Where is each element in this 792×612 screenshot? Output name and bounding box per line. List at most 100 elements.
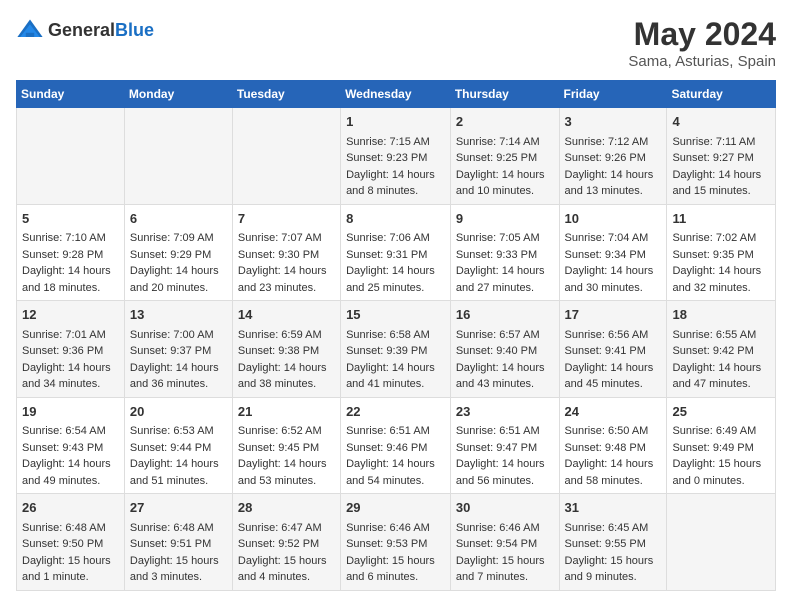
calendar-cell: 18Sunrise: 6:55 AMSunset: 9:42 PMDayligh… bbox=[667, 301, 776, 398]
day-info: and 36 minutes. bbox=[130, 376, 227, 393]
day-info: Sunrise: 6:52 AM bbox=[238, 423, 335, 440]
calendar-cell: 26Sunrise: 6:48 AMSunset: 9:50 PMDayligh… bbox=[17, 494, 125, 591]
calendar-cell: 28Sunrise: 6:47 AMSunset: 9:52 PMDayligh… bbox=[232, 494, 340, 591]
day-info: Sunrise: 6:46 AM bbox=[456, 520, 554, 537]
day-info: Sunset: 9:53 PM bbox=[346, 536, 445, 553]
day-info: Sunrise: 7:06 AM bbox=[346, 230, 445, 247]
day-info: Sunset: 9:25 PM bbox=[456, 150, 554, 167]
day-info: and 13 minutes. bbox=[565, 183, 662, 200]
weekday-header-friday: Friday bbox=[559, 81, 667, 108]
day-info: Sunrise: 6:50 AM bbox=[565, 423, 662, 440]
day-info: Daylight: 15 hours bbox=[346, 553, 445, 570]
day-info: Daylight: 14 hours bbox=[672, 263, 770, 280]
day-info: Sunset: 9:29 PM bbox=[130, 247, 227, 264]
day-info: Sunrise: 6:48 AM bbox=[130, 520, 227, 537]
weekday-header-wednesday: Wednesday bbox=[341, 81, 451, 108]
day-number: 18 bbox=[672, 305, 770, 325]
day-info: Sunrise: 7:02 AM bbox=[672, 230, 770, 247]
day-info: Sunset: 9:54 PM bbox=[456, 536, 554, 553]
day-info: Sunrise: 6:58 AM bbox=[346, 327, 445, 344]
day-info: Sunset: 9:39 PM bbox=[346, 343, 445, 360]
calendar-cell: 16Sunrise: 6:57 AMSunset: 9:40 PMDayligh… bbox=[450, 301, 559, 398]
day-info: Daylight: 15 hours bbox=[238, 553, 335, 570]
day-info: Sunrise: 6:51 AM bbox=[456, 423, 554, 440]
day-info: and 9 minutes. bbox=[565, 569, 662, 586]
day-info: Sunset: 9:33 PM bbox=[456, 247, 554, 264]
calendar-cell: 29Sunrise: 6:46 AMSunset: 9:53 PMDayligh… bbox=[341, 494, 451, 591]
day-number: 6 bbox=[130, 209, 227, 229]
day-info: Sunset: 9:26 PM bbox=[565, 150, 662, 167]
day-info: and 34 minutes. bbox=[22, 376, 119, 393]
day-info: Sunset: 9:47 PM bbox=[456, 440, 554, 457]
day-number: 8 bbox=[346, 209, 445, 229]
day-info: and 15 minutes. bbox=[672, 183, 770, 200]
day-info: Sunrise: 6:56 AM bbox=[565, 327, 662, 344]
calendar-cell: 3Sunrise: 7:12 AMSunset: 9:26 PMDaylight… bbox=[559, 108, 667, 205]
day-info: and 43 minutes. bbox=[456, 376, 554, 393]
day-info: Sunrise: 6:47 AM bbox=[238, 520, 335, 537]
calendar-cell: 25Sunrise: 6:49 AMSunset: 9:49 PMDayligh… bbox=[667, 397, 776, 494]
week-row-1: 1Sunrise: 7:15 AMSunset: 9:23 PMDaylight… bbox=[17, 108, 776, 205]
day-number: 23 bbox=[456, 402, 554, 422]
day-info: Sunset: 9:36 PM bbox=[22, 343, 119, 360]
calendar-cell: 23Sunrise: 6:51 AMSunset: 9:47 PMDayligh… bbox=[450, 397, 559, 494]
weekday-header-thursday: Thursday bbox=[450, 81, 559, 108]
day-number: 12 bbox=[22, 305, 119, 325]
calendar-cell: 14Sunrise: 6:59 AMSunset: 9:38 PMDayligh… bbox=[232, 301, 340, 398]
calendar-cell bbox=[232, 108, 340, 205]
day-info: Sunset: 9:48 PM bbox=[565, 440, 662, 457]
day-info: Daylight: 14 hours bbox=[565, 167, 662, 184]
day-info: Sunrise: 6:46 AM bbox=[346, 520, 445, 537]
day-number: 16 bbox=[456, 305, 554, 325]
day-info: Daylight: 14 hours bbox=[456, 456, 554, 473]
day-number: 28 bbox=[238, 498, 335, 518]
calendar-cell: 9Sunrise: 7:05 AMSunset: 9:33 PMDaylight… bbox=[450, 204, 559, 301]
week-row-2: 5Sunrise: 7:10 AMSunset: 9:28 PMDaylight… bbox=[17, 204, 776, 301]
day-info: and 8 minutes. bbox=[346, 183, 445, 200]
day-info: Daylight: 14 hours bbox=[456, 360, 554, 377]
day-info: and 49 minutes. bbox=[22, 473, 119, 490]
day-info: Sunset: 9:50 PM bbox=[22, 536, 119, 553]
weekday-header-row: SundayMondayTuesdayWednesdayThursdayFrid… bbox=[17, 81, 776, 108]
week-row-5: 26Sunrise: 6:48 AMSunset: 9:50 PMDayligh… bbox=[17, 494, 776, 591]
day-info: Sunset: 9:35 PM bbox=[672, 247, 770, 264]
day-number: 19 bbox=[22, 402, 119, 422]
day-info: Daylight: 14 hours bbox=[22, 263, 119, 280]
day-info: Sunrise: 7:01 AM bbox=[22, 327, 119, 344]
day-info: Daylight: 14 hours bbox=[22, 360, 119, 377]
day-number: 4 bbox=[672, 112, 770, 132]
logo-text-general: General bbox=[48, 20, 115, 40]
calendar-cell bbox=[667, 494, 776, 591]
day-info: Sunrise: 7:11 AM bbox=[672, 134, 770, 151]
day-info: Daylight: 15 hours bbox=[565, 553, 662, 570]
day-info: and 56 minutes. bbox=[456, 473, 554, 490]
day-info: Sunrise: 7:09 AM bbox=[130, 230, 227, 247]
day-info: and 4 minutes. bbox=[238, 569, 335, 586]
day-info: and 32 minutes. bbox=[672, 280, 770, 297]
sub-title: Sama, Asturias, Spain bbox=[628, 53, 776, 70]
day-info: Sunrise: 6:55 AM bbox=[672, 327, 770, 344]
day-info: Daylight: 14 hours bbox=[565, 263, 662, 280]
day-info: and 1 minute. bbox=[22, 569, 119, 586]
day-info: Sunrise: 7:04 AM bbox=[565, 230, 662, 247]
day-info: Sunset: 9:28 PM bbox=[22, 247, 119, 264]
calendar-cell: 20Sunrise: 6:53 AMSunset: 9:44 PMDayligh… bbox=[124, 397, 232, 494]
day-info: and 10 minutes. bbox=[456, 183, 554, 200]
day-number: 14 bbox=[238, 305, 335, 325]
day-info: and 0 minutes. bbox=[672, 473, 770, 490]
day-number: 9 bbox=[456, 209, 554, 229]
day-number: 17 bbox=[565, 305, 662, 325]
calendar-cell: 24Sunrise: 6:50 AMSunset: 9:48 PMDayligh… bbox=[559, 397, 667, 494]
day-info: Sunset: 9:45 PM bbox=[238, 440, 335, 457]
day-info: Daylight: 14 hours bbox=[130, 263, 227, 280]
calendar-cell: 10Sunrise: 7:04 AMSunset: 9:34 PMDayligh… bbox=[559, 204, 667, 301]
day-info: Daylight: 15 hours bbox=[130, 553, 227, 570]
day-info: Sunset: 9:34 PM bbox=[565, 247, 662, 264]
calendar-cell: 22Sunrise: 6:51 AMSunset: 9:46 PMDayligh… bbox=[341, 397, 451, 494]
day-info: and 3 minutes. bbox=[130, 569, 227, 586]
day-info: Daylight: 14 hours bbox=[238, 456, 335, 473]
day-info: Sunrise: 7:14 AM bbox=[456, 134, 554, 151]
day-info: and 41 minutes. bbox=[346, 376, 445, 393]
day-number: 10 bbox=[565, 209, 662, 229]
day-info: Sunrise: 6:54 AM bbox=[22, 423, 119, 440]
